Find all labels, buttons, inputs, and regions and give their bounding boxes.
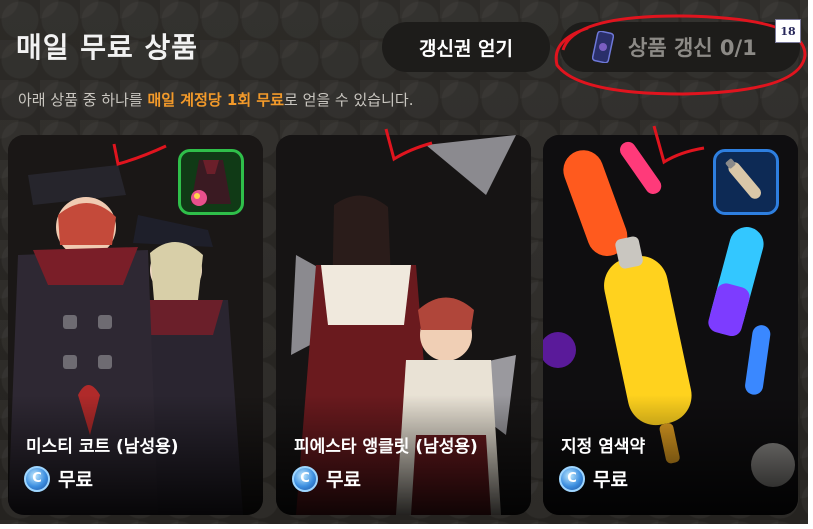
age-rating-badge: 18 xyxy=(775,19,801,43)
currency-coin-icon: C xyxy=(559,465,585,492)
refresh-count-label: 상품 갱신 0/1 xyxy=(628,36,757,60)
daily-free-shop-panel: 매일 무료 상품 갱신권 얻기 상품 갱신 0/1 아래 상품 중 하나를 매일… xyxy=(0,0,808,524)
product-price: C 무료 xyxy=(559,465,628,492)
product-card-fiesta-anklet[interactable]: 피에스타 앵클릿 (남성용) C 무료 xyxy=(276,135,531,515)
currency-coin-icon: C xyxy=(292,465,318,492)
product-name: 피에스타 앵클릿 (남성용) xyxy=(294,437,478,457)
refresh-ticket-icon xyxy=(592,31,614,63)
product-card-designated-dye[interactable]: 지정 염색약 C 무료 xyxy=(543,135,798,515)
coat-icon xyxy=(191,160,231,206)
rarity-thumb xyxy=(178,149,244,215)
rarity-thumb xyxy=(713,149,779,215)
refresh-products-button[interactable]: 상품 갱신 0/1 xyxy=(560,22,800,72)
get-refresh-ticket-button[interactable]: 갱신권 얻기 xyxy=(382,22,550,72)
product-card-misty-coat[interactable]: 미스티 코트 (남성용) C 무료 xyxy=(8,135,263,515)
product-name: 지정 염색약 xyxy=(561,437,646,457)
shop-description: 아래 상품 중 하나를 매일 계정당 1회 무료로 얻을 수 있습니다. xyxy=(18,89,413,110)
product-name: 미스티 코트 (남성용) xyxy=(26,437,179,457)
price-label: 무료 xyxy=(326,469,361,491)
product-price: C 무료 xyxy=(292,465,361,492)
price-label: 무료 xyxy=(58,469,93,491)
page-title: 매일 무료 상품 xyxy=(16,31,199,64)
dye-vial-icon xyxy=(725,158,761,199)
price-label: 무료 xyxy=(593,469,628,491)
description-suffix: 로 얻을 수 있습니다. xyxy=(284,91,414,109)
description-prefix: 아래 상품 중 하나를 xyxy=(18,91,148,109)
product-price: C 무료 xyxy=(24,465,93,492)
currency-coin-icon: C xyxy=(24,465,50,492)
description-highlight: 매일 계정당 1회 무료 xyxy=(147,91,284,109)
